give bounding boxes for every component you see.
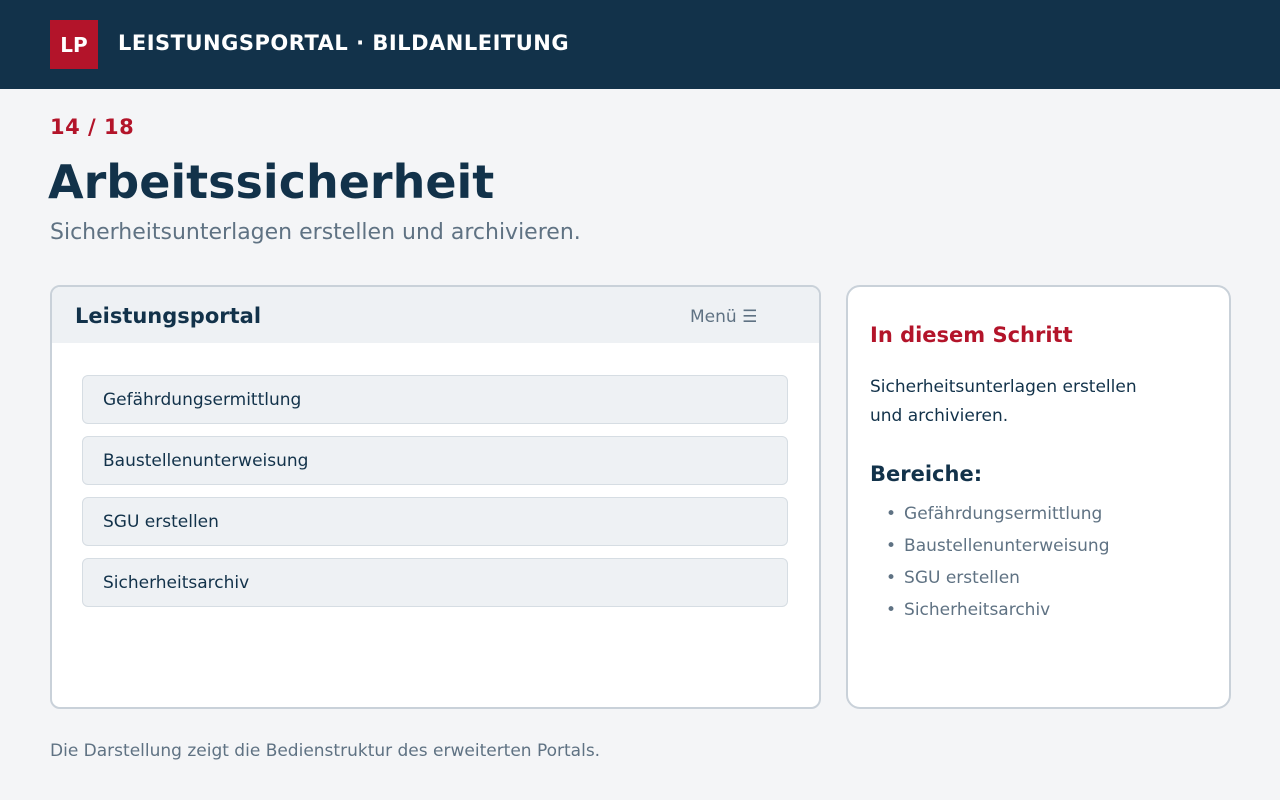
- page-subtitle: Sicherheitsunterlagen erstellen und arch…: [50, 220, 581, 245]
- info-text: Sicherheitsunterlagen erstellen und arch…: [870, 377, 1137, 426]
- portal-menu-list: Gefährdungsermittlung Baustellenunterwei…: [82, 375, 788, 619]
- areas-list: Gefährdungsermittlung Baustellenunterwei…: [886, 501, 1110, 629]
- logo: LP: [50, 20, 98, 69]
- step-counter: 14 / 18: [50, 115, 135, 139]
- area-item: SGU erstellen: [886, 565, 1110, 597]
- step-info-card: In diesem Schritt Sicherheitsunterlagen …: [846, 285, 1231, 709]
- area-item: Gefährdungsermittlung: [886, 501, 1110, 533]
- menu-item-baustellenunterweisung[interactable]: Baustellenunterweisung: [82, 436, 788, 485]
- menu-item-sgu-erstellen[interactable]: SGU erstellen: [82, 497, 788, 546]
- info-heading: In diesem Schritt: [870, 323, 1073, 347]
- top-bar: LP LEISTUNGSPORTAL · BILDANLEITUNG: [0, 0, 1280, 89]
- page-title: Arbeitssicherheit: [48, 155, 495, 209]
- brand-title: LEISTUNGSPORTAL · BILDANLEITUNG: [118, 31, 570, 55]
- areas-heading: Bereiche:: [870, 462, 983, 486]
- menu-item-sicherheitsarchiv[interactable]: Sicherheitsarchiv: [82, 558, 788, 607]
- footer-note: Die Darstellung zeigt die Bedienstruktur…: [50, 741, 601, 761]
- menu-item-gefaehrdungsermittlung[interactable]: Gefährdungsermittlung: [82, 375, 788, 424]
- portal-preview-panel: Leistungsportal Menü ☰ Gefährdungsermitt…: [50, 285, 821, 709]
- portal-title: Leistungsportal: [75, 304, 262, 328]
- menu-button[interactable]: Menü ☰: [690, 307, 757, 327]
- portal-header: Leistungsportal Menü ☰: [52, 287, 819, 343]
- area-item: Sicherheitsarchiv: [886, 597, 1110, 629]
- area-item: Baustellenunterweisung: [886, 533, 1109, 565]
